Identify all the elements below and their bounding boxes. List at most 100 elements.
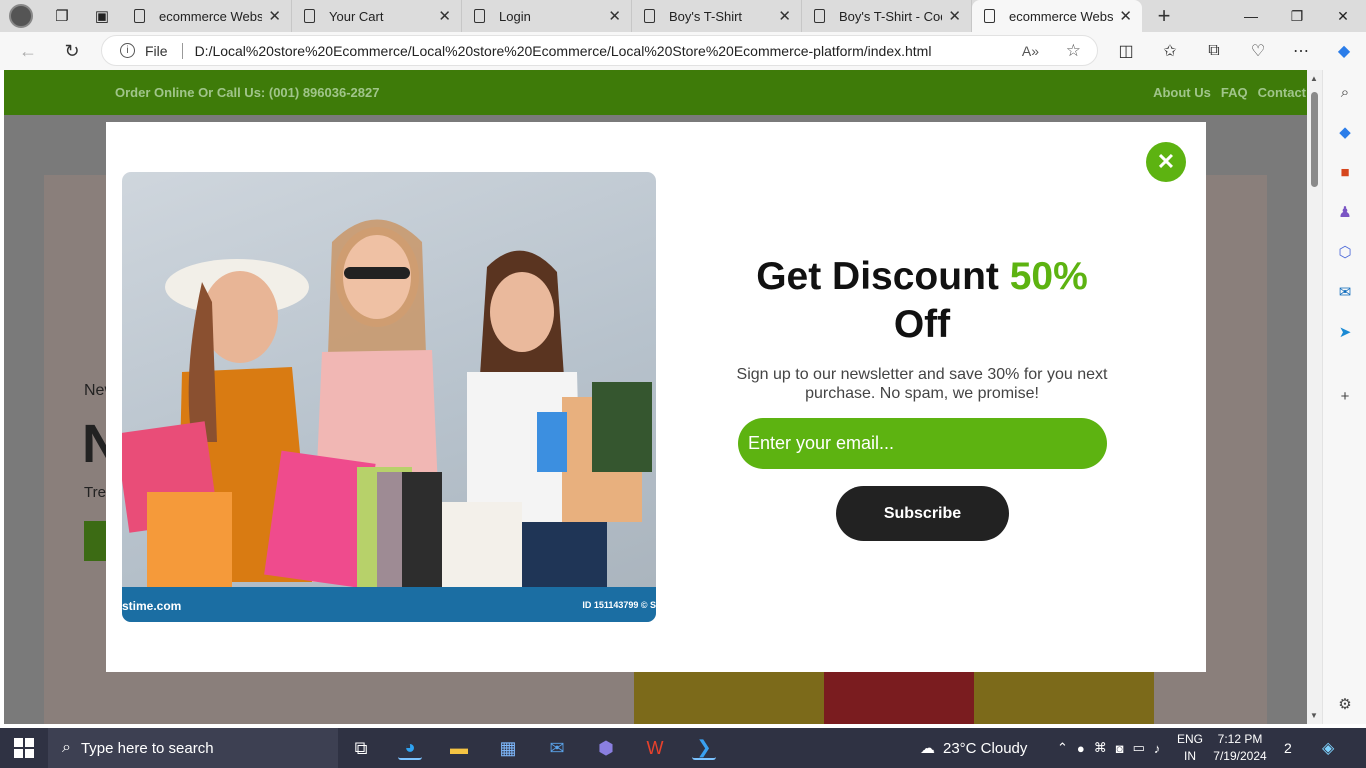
send-icon[interactable]: ➤	[1335, 322, 1355, 342]
tab-ecommerce-active[interactable]: ecommerce Website ✕	[972, 0, 1142, 32]
tray-app-icon[interactable]: ●	[1077, 741, 1085, 756]
notification-count: 2	[1284, 740, 1292, 756]
tab-label: Boy's T-Shirt	[669, 8, 743, 24]
collections-icon[interactable]: ⧉	[1203, 40, 1225, 62]
games-icon[interactable]: ♟	[1335, 202, 1355, 222]
tab-your-cart[interactable]: Your Cart ✕	[292, 0, 462, 32]
popup-subtext: Sign up to our newsletter and save 30% f…	[736, 366, 1108, 402]
windows-start-icon[interactable]	[14, 738, 34, 758]
copilot-icon[interactable]: ◆	[1333, 40, 1355, 62]
heading-accent: 50%	[1009, 255, 1088, 298]
scroll-down-icon[interactable]: ▼	[1310, 711, 1318, 720]
close-tab-icon[interactable]: ✕	[948, 7, 961, 25]
outlook-icon[interactable]: ✉	[1335, 282, 1355, 302]
shopping-tag-icon[interactable]: ◆	[1335, 122, 1355, 142]
tab-boys-tshirt-code[interactable]: Boy's T-Shirt - Code ✕	[802, 0, 972, 32]
workspaces-icon[interactable]: ❐	[53, 7, 71, 25]
tab-strip: ❐ ▣ ecommerce Website ✕ Your Cart ✕ Logi…	[0, 0, 1366, 32]
subscribe-button[interactable]: Subscribe	[836, 486, 1009, 541]
task-view-icon[interactable]: ⧉	[349, 736, 373, 760]
lang-line1: ENG	[1176, 732, 1203, 746]
popup-image: stime.com ID 151143799 © S	[122, 172, 656, 622]
close-tab-icon[interactable]: ✕	[438, 7, 451, 25]
browser-essentials-icon[interactable]: ♡	[1247, 40, 1269, 62]
scroll-up-icon[interactable]: ▲	[1310, 74, 1318, 83]
close-window-button[interactable]: ✕	[1320, 0, 1366, 32]
tab-login[interactable]: Login ✕	[462, 0, 632, 32]
tab-ecommerce-1[interactable]: ecommerce Website ✕	[122, 0, 292, 32]
vscode-icon[interactable]: ❯	[692, 736, 716, 760]
volume-icon[interactable]: ♪	[1154, 741, 1161, 756]
info-icon[interactable]: i	[120, 43, 135, 58]
tab-boys-tshirt[interactable]: Boy's T-Shirt ✕	[632, 0, 802, 32]
about-us-link[interactable]: About Us	[1153, 85, 1211, 100]
heading-part1: Get Discount	[756, 255, 1010, 298]
copilot-tray-icon[interactable]: ◈	[1322, 728, 1334, 768]
site-topbar: Order Online Or Call Us: (001) 896036-28…	[4, 70, 1307, 115]
wps-office-icon[interactable]: W	[643, 736, 667, 760]
edge-app-icon[interactable]: ◕	[398, 736, 422, 760]
favorites-icon[interactable]: ✩	[1159, 40, 1181, 62]
close-tab-icon[interactable]: ✕	[608, 7, 621, 25]
contact-link[interactable]: Contact	[1258, 85, 1306, 100]
mail-app-icon[interactable]: ✉	[545, 736, 569, 760]
chevron-up-icon[interactable]: ⌃	[1057, 740, 1068, 756]
tab-label: ecommerce Website	[159, 8, 263, 24]
close-tab-icon[interactable]: ✕	[778, 7, 791, 25]
new-tab-button[interactable]: +	[1152, 3, 1176, 29]
store-icon[interactable]: ▦	[496, 736, 520, 760]
read-aloud-icon[interactable]: A»	[1022, 43, 1039, 59]
hero-description: Tre	[84, 484, 106, 501]
close-tab-icon[interactable]: ✕	[268, 7, 281, 25]
address-bar[interactable]: i File D:/Local%20store%20Ecommerce/Loca…	[101, 35, 1098, 66]
network-icon[interactable]: ⌘	[1094, 740, 1107, 756]
file-explorer-icon[interactable]: ▬	[447, 736, 471, 760]
back-icon[interactable]: ←	[18, 41, 38, 62]
page-icon	[984, 9, 995, 23]
camera-icon[interactable]: ◙	[1116, 741, 1124, 756]
tab-actions-icon[interactable]: ▣	[93, 7, 111, 25]
split-screen-icon[interactable]: ◫	[1115, 40, 1137, 62]
copilot-app-icon[interactable]: ⬢	[594, 736, 618, 760]
tools-icon[interactable]: ■	[1335, 162, 1355, 182]
refresh-icon[interactable]: ↻	[62, 41, 82, 62]
page-icon	[134, 9, 145, 23]
profile-avatar[interactable]	[9, 4, 33, 28]
watermark-id: ID 151143799 © S	[582, 600, 656, 610]
watermark-strip: stime.com ID 151143799 © S	[122, 587, 656, 622]
close-tab-icon[interactable]: ✕	[1119, 7, 1132, 25]
weather-widget[interactable]: ☁ 23°C Cloudy	[920, 728, 1027, 768]
m365-icon[interactable]: ⬡	[1335, 242, 1355, 262]
language-indicator[interactable]: ENG IN	[1174, 731, 1206, 765]
add-icon[interactable]: +	[1335, 386, 1355, 406]
time-text: 7:12 PM	[1217, 732, 1263, 746]
favorite-star-icon[interactable]: ☆	[1066, 41, 1081, 61]
email-input[interactable]	[738, 418, 1107, 469]
discount-popup: ✕ stime.com ID 151143799 © S Get Discoun…	[106, 122, 1206, 672]
hero-image	[634, 672, 1154, 724]
taskbar-search[interactable]: ⌕ Type here to search	[48, 728, 338, 768]
close-icon[interactable]: ✕	[1146, 142, 1186, 182]
url-text[interactable]: D:/Local%20store%20Ecommerce/Local%20sto…	[195, 43, 932, 59]
settings-gear-icon[interactable]: ⚙	[1335, 694, 1355, 714]
web-page: Order Online Or Call Us: (001) 896036-28…	[4, 70, 1307, 724]
search-icon[interactable]: ⌕	[1335, 82, 1355, 102]
faq-link[interactable]: FAQ	[1221, 85, 1248, 100]
battery-icon[interactable]: ▭	[1133, 740, 1145, 756]
notifications-icon[interactable]: 2	[1284, 728, 1292, 768]
more-menu-icon[interactable]: ⋯	[1290, 40, 1312, 62]
minimize-button[interactable]: —	[1228, 0, 1274, 32]
cloud-icon: ☁	[920, 740, 935, 757]
restore-button[interactable]: ❐	[1274, 0, 1320, 32]
page-icon	[814, 9, 825, 23]
clock[interactable]: 7:12 PM 7/19/2024	[1208, 731, 1272, 765]
shopping-women-illustration	[122, 219, 652, 592]
page-icon	[304, 9, 315, 23]
popup-heading: Get Discount 50% Off	[746, 253, 1098, 349]
page-scrollbar[interactable]: ▲ ▼	[1307, 70, 1322, 724]
scroll-thumb[interactable]	[1311, 92, 1318, 187]
windows-taskbar: ⌕ Type here to search ⧉ ◕ ▬ ▦ ✉ ⬢ W ❯ ☁ …	[0, 728, 1366, 768]
heading-part2: Off	[893, 303, 951, 346]
divider	[181, 42, 183, 59]
page-icon	[474, 9, 485, 23]
